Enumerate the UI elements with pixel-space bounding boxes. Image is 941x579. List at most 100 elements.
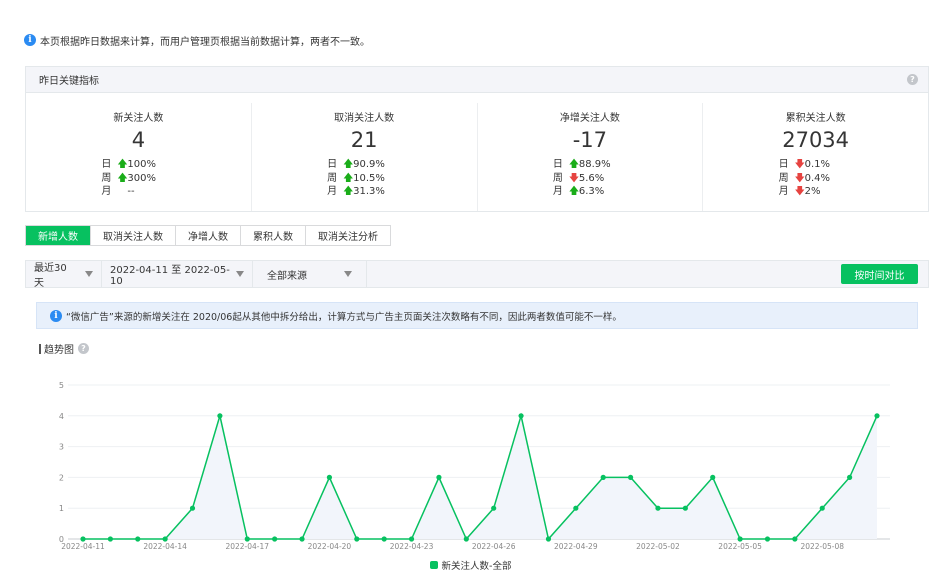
data-point[interactable] <box>819 505 825 511</box>
data-point[interactable] <box>381 536 387 542</box>
kpi-compare-label: 日 <box>778 159 789 170</box>
kpi-compare-row: 月 🡅 6.3% <box>553 185 627 199</box>
kpi-compare-value: 2% <box>804 186 821 197</box>
kpi-compare-row: 周 🡇 5.6% <box>553 172 627 186</box>
kpi-compare-label: 月 <box>327 186 338 197</box>
data-point[interactable] <box>682 505 688 511</box>
data-point[interactable] <box>436 474 442 480</box>
source-select[interactable]: 全部来源 <box>253 261 367 287</box>
kpi-block: 累积关注人数 27034 日 🡇 0.1% 周 🡇 0.4% 月 🡇 2% <box>702 103 928 211</box>
help-icon[interactable]: ? <box>907 74 918 85</box>
y-tick-label: 5 <box>59 381 64 390</box>
kpi-compare-value: 10.5% <box>353 172 385 184</box>
data-point[interactable] <box>299 536 305 542</box>
data-point[interactable] <box>710 474 716 480</box>
arrow-down-icon: 🡇 <box>794 186 805 197</box>
y-tick-label: 1 <box>59 504 64 513</box>
kpi-compare-list: 日 🡅 88.9% 周 🡇 5.6% 月 🡅 6.3% <box>553 158 627 199</box>
data-point[interactable] <box>545 536 552 542</box>
kpi-value: 27034 <box>782 128 850 152</box>
data-point[interactable] <box>518 413 524 419</box>
compare-by-time-button[interactable]: 按时间对比 <box>841 264 918 284</box>
kpi-header: 昨日关键指标 ? <box>26 67 928 93</box>
kpi-title: 取消关注人数 <box>334 113 395 124</box>
tab-3[interactable]: 累积人数 <box>240 226 305 245</box>
data-point[interactable] <box>272 536 278 542</box>
data-point[interactable] <box>764 536 771 542</box>
y-tick-label: 2 <box>59 473 64 482</box>
legend-label: 新关注人数-全部 <box>441 561 512 572</box>
tab-0[interactable]: 新增人数 <box>26 226 90 245</box>
kpi-block: 净增关注人数 -17 日 🡅 88.9% 周 🡇 5.6% 月 🡅 6.3% <box>476 103 703 211</box>
kpi-compare-label: 日 <box>101 159 112 170</box>
kpi-compare-row: 周 🡇 0.4% <box>779 172 853 186</box>
kpi-compare-value: 100% <box>127 159 156 170</box>
kpi-row: 新关注人数 4 日 🡅 100% 周 🡅 300% 月 -- 取消关注人数 21 日 🡅 90.9% 周 🡅 10… <box>26 93 928 211</box>
period-value: 最近30天 <box>34 263 67 289</box>
period-select[interactable]: 最近30天 <box>26 261 102 289</box>
kpi-compare-row: 月 -- <box>101 185 175 199</box>
kpi-compare-value: 0.1% <box>804 159 831 170</box>
trend-label-text: 趋势图 <box>44 345 74 356</box>
section-marker <box>39 343 41 354</box>
data-point[interactable] <box>217 413 223 419</box>
tab-2[interactable]: 净增人数 <box>175 226 240 245</box>
data-point[interactable] <box>244 536 250 542</box>
data-point[interactable] <box>463 536 469 542</box>
chevron-down-icon <box>344 271 352 277</box>
arrow-up-icon: 🡅 <box>568 186 580 197</box>
data-point[interactable] <box>107 536 113 542</box>
kpi-compare-label: 日 <box>327 159 338 170</box>
chart-legend[interactable]: 新关注人数-全部 <box>0 558 941 572</box>
data-point[interactable] <box>162 536 168 542</box>
kpi-compare-value: 90.9% <box>353 159 385 170</box>
kpi-compare-value: 88.9% <box>578 159 611 170</box>
kpi-title: 净增关注人数 <box>559 113 620 124</box>
trend-chart: 0123452022-04-11 2022-04-14 2022-04-17 2022… <box>59 381 890 551</box>
data-point[interactable] <box>792 536 798 542</box>
data-point[interactable] <box>655 505 661 511</box>
data-point[interactable] <box>80 536 86 542</box>
chevron-down-icon <box>85 271 93 277</box>
tab-4[interactable]: 取消关注分析 <box>305 226 390 245</box>
x-tick-label: 2022-05-08 <box>800 542 844 551</box>
help-icon[interactable]: ? <box>78 343 89 354</box>
data-point[interactable] <box>737 536 743 542</box>
date-range-picker[interactable]: 2022-04-11 至 2022-05-10 <box>102 261 253 287</box>
x-tick-label: 2022-04-20 <box>308 542 352 551</box>
tip-text: “微信广告”来源的新增关注在 2020/06起从其他中拆分给出，计算方式与广告主… <box>66 311 622 323</box>
data-point[interactable] <box>354 536 360 542</box>
kpi-value: 21 <box>350 128 378 152</box>
data-point[interactable] <box>326 474 333 480</box>
arrow-down-icon: 🡇 <box>568 172 580 184</box>
kpi-compare-label: 日 <box>552 159 563 170</box>
x-tick-label: 2022-04-14 <box>143 542 187 551</box>
data-point[interactable] <box>874 413 880 419</box>
notice-bar: i 本页根据昨日数据来计算，而用户管理页根据当前数据计算，两者不一致。 <box>24 32 370 48</box>
data-point[interactable] <box>600 474 606 480</box>
legend-swatch <box>429 561 438 569</box>
data-point[interactable] <box>408 536 415 542</box>
source-value: 全部来源 <box>267 270 307 282</box>
kpi-compare-value: 300% <box>127 172 156 184</box>
data-point[interactable] <box>627 474 634 480</box>
x-tick-label: 2022-05-05 <box>718 542 762 551</box>
x-tick-label: 2022-04-26 <box>472 542 516 551</box>
kpi-compare-value: 6.3% <box>578 186 605 197</box>
data-point[interactable] <box>135 536 141 542</box>
x-tick-label: 2022-04-17 <box>225 542 269 551</box>
kpi-compare-list: 日 🡅 100% 周 🡅 300% 月 -- <box>101 158 175 199</box>
trend-section-title: 趋势图 ? <box>39 341 89 356</box>
data-point[interactable] <box>189 505 196 511</box>
arrow-up-icon: 🡅 <box>117 172 128 184</box>
data-point[interactable] <box>847 474 853 480</box>
kpi-compare-label: 周 <box>101 172 112 184</box>
data-point[interactable] <box>491 505 497 511</box>
x-tick-label: 2022-04-11 <box>61 542 105 551</box>
arrow-up-icon: 🡅 <box>343 159 354 170</box>
tab-1[interactable]: 取消关注人数 <box>90 226 175 245</box>
kpi-block: 新关注人数 4 日 🡅 100% 周 🡅 300% 月 -- <box>26 103 251 211</box>
kpi-value: 4 <box>131 128 146 152</box>
data-point[interactable] <box>573 505 579 511</box>
kpi-compare-row: 月 🡇 2% <box>779 185 853 199</box>
